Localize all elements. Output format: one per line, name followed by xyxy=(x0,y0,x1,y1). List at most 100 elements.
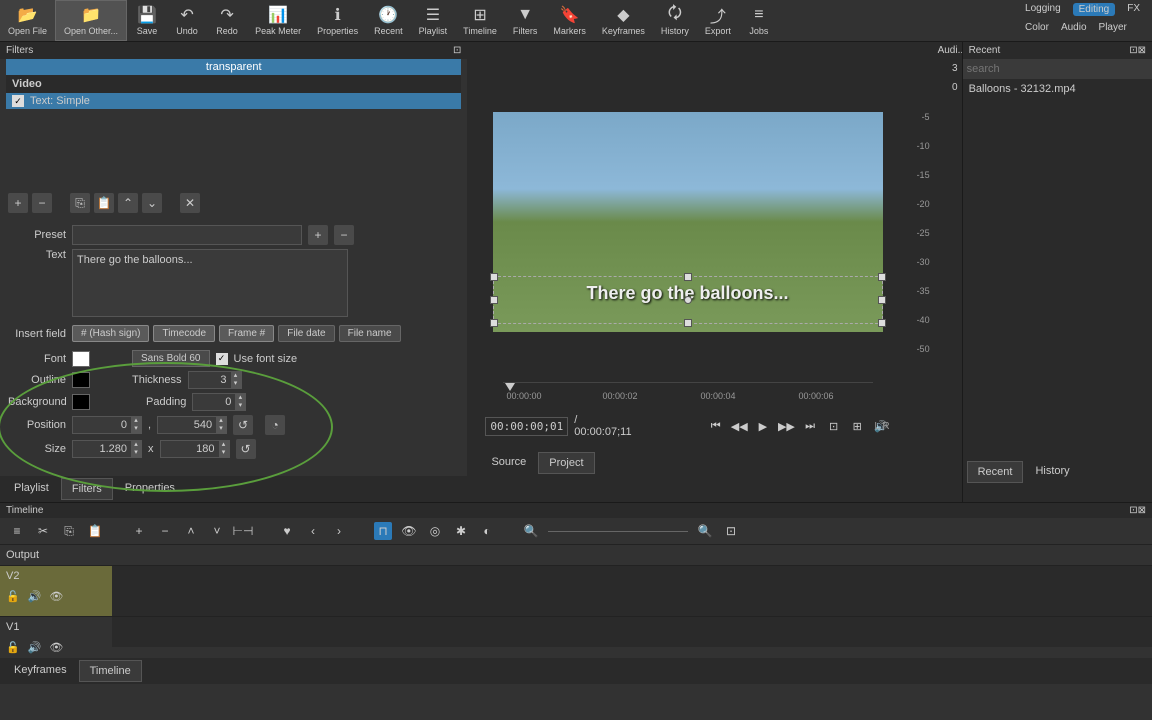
zoom-in-button[interactable]: 🔍 xyxy=(522,522,540,540)
lock-icon[interactable]: 🔓 xyxy=(6,590,20,603)
append-button[interactable]: + xyxy=(130,522,148,540)
next-marker-button[interactable]: › xyxy=(330,522,348,540)
player-tab[interactable]: Player xyxy=(1099,22,1127,33)
font-color-swatch[interactable] xyxy=(72,351,90,367)
rewind-button[interactable]: ◀◀ xyxy=(730,417,748,435)
editing-tab[interactable]: Editing xyxy=(1073,3,1116,16)
insert-field-timecode[interactable]: Timecode xyxy=(153,325,215,342)
close-icon[interactable]: ⊡ xyxy=(453,45,461,56)
preview-time-ruler[interactable]: 00:00:00 00:00:02 00:00:04 00:00:06 xyxy=(503,382,873,406)
preset-combo[interactable] xyxy=(72,225,302,245)
close-icon[interactable]: ⊡⊠ xyxy=(1129,45,1146,56)
marker-button[interactable]: ♥ xyxy=(278,522,296,540)
mute-icon[interactable]: 🔊 xyxy=(28,641,42,654)
preset-add-button[interactable]: + xyxy=(308,225,328,245)
save-button[interactable]: 💾Save xyxy=(127,0,167,41)
track-body-v2[interactable] xyxy=(112,566,1152,616)
scrub-button[interactable]: 👁 xyxy=(400,522,418,540)
open-other--button[interactable]: 📁Open Other... xyxy=(55,0,127,41)
filter-enabled-checkbox[interactable]: ✓ xyxy=(12,95,24,107)
logging-tab[interactable]: Logging xyxy=(1025,3,1061,16)
background-color-swatch[interactable] xyxy=(72,394,90,410)
playhead-icon[interactable] xyxy=(505,383,515,391)
tab-keyframes[interactable]: Keyframes xyxy=(4,660,77,682)
timeline-button[interactable]: ⊞Timeline xyxy=(455,0,505,41)
grid-button[interactable]: ⊞ xyxy=(848,417,866,435)
snap-button[interactable]: ⊓ xyxy=(374,522,392,540)
cut-button[interactable]: ✂ xyxy=(34,522,52,540)
text-input[interactable]: There go the balloons... xyxy=(72,249,348,317)
properties-button[interactable]: ℹProperties xyxy=(309,0,366,41)
insert-field-file-date[interactable]: File date xyxy=(278,325,334,342)
font-picker-button[interactable]: Sans Bold 60 xyxy=(132,350,210,367)
undo-button[interactable]: ↶Undo xyxy=(167,0,207,41)
insert-field-file-name[interactable]: File name xyxy=(339,325,401,342)
playlist-button[interactable]: ☰Playlist xyxy=(411,0,456,41)
tab-timeline[interactable]: Timeline xyxy=(79,660,142,682)
prev-marker-button[interactable]: ‹ xyxy=(304,522,322,540)
position-reset-button[interactable]: ↺ xyxy=(233,415,253,435)
insert-field-frame-[interactable]: Frame # xyxy=(219,325,274,342)
overwrite-button[interactable]: ˅ xyxy=(208,522,226,540)
export-button[interactable]: ⤴Export xyxy=(697,0,739,41)
keyframe-button[interactable]: ◔ xyxy=(265,415,285,435)
jobs-button[interactable]: ≡Jobs xyxy=(739,0,779,41)
text-bounding-box[interactable] xyxy=(493,276,883,324)
close-icon[interactable]: ⊡⊠ xyxy=(1129,505,1146,516)
fast-forward-button[interactable]: ▶▶ xyxy=(778,417,796,435)
move-down-button[interactable]: ⌄ xyxy=(142,193,162,213)
deselect-button[interactable]: ✕ xyxy=(180,193,200,213)
lock-icon[interactable]: 🔓 xyxy=(6,641,20,654)
size-reset-button[interactable]: ↺ xyxy=(236,439,256,459)
copy-button[interactable]: ⎘ xyxy=(70,193,90,213)
mute-icon[interactable]: 🔊 xyxy=(28,590,42,603)
split-button[interactable]: ⊢⊣ xyxy=(234,522,252,540)
paste-button[interactable]: 📋 xyxy=(86,522,104,540)
remove-button[interactable]: − xyxy=(156,522,174,540)
recent-search-input[interactable] xyxy=(963,59,1152,79)
redo-button[interactable]: ↷Redo xyxy=(207,0,247,41)
play-button[interactable]: ▶ xyxy=(754,417,772,435)
zoom-fit-button[interactable]: ⊡ xyxy=(825,417,843,435)
track-body-v1[interactable] xyxy=(112,617,1152,647)
paste-button[interactable]: 📋 xyxy=(94,193,114,213)
hide-icon[interactable]: 👁 xyxy=(49,641,63,654)
preset-remove-button[interactable]: − xyxy=(334,225,354,245)
color-tab[interactable]: Color xyxy=(1025,22,1049,33)
zoom-fit-button[interactable]: ⊡ xyxy=(722,522,740,540)
markers-button[interactable]: 🔖Markers xyxy=(545,0,594,41)
ripple-all-button[interactable]: ✱ xyxy=(452,522,470,540)
tab-project[interactable]: Project xyxy=(538,452,594,474)
filters-button[interactable]: ▼Filters xyxy=(505,0,546,41)
ripple-button[interactable]: ◎ xyxy=(426,522,444,540)
recent-file-item[interactable]: Balloons - 32132.mp4 xyxy=(963,79,1152,99)
timecode-current[interactable]: 00:00:00;01 xyxy=(485,417,568,436)
keyframes-button[interactable]: ◆Keyframes xyxy=(594,0,653,41)
skip-start-button[interactable]: ⏮ xyxy=(707,417,725,435)
tab-filters[interactable]: Filters xyxy=(61,478,113,500)
video-preview[interactable]: There go the balloons... xyxy=(493,112,883,332)
skip-end-button[interactable]: ⏭ xyxy=(801,417,819,435)
use-font-size-checkbox[interactable]: ✓ xyxy=(216,353,228,365)
tab-history[interactable]: History xyxy=(1025,461,1079,483)
add-filter-button[interactable]: + xyxy=(8,193,28,213)
recent-button[interactable]: 🕐Recent xyxy=(366,0,411,41)
zoom-slider[interactable] xyxy=(548,531,688,532)
zoom-out-button[interactable]: 🔍 xyxy=(696,522,714,540)
move-up-button[interactable]: ⌃ xyxy=(118,193,138,213)
copy-button[interactable]: ⎘ xyxy=(60,522,78,540)
audio-tab[interactable]: Audio xyxy=(1061,22,1087,33)
clip-name-bar[interactable]: transparent xyxy=(6,59,461,75)
peak-meter-button[interactable]: 📊Peak Meter xyxy=(247,0,309,41)
insert-field--hash-sign-[interactable]: # (Hash sign) xyxy=(72,325,149,342)
track-header-v1[interactable]: V1 🔓 🔊 👁 xyxy=(0,617,112,658)
hide-icon[interactable]: 👁 xyxy=(49,590,63,603)
output-track[interactable]: Output xyxy=(0,544,1152,565)
tab-recent[interactable]: Recent xyxy=(967,461,1024,483)
open-file-button[interactable]: 📂Open File xyxy=(0,0,55,41)
filter-item-text-simple[interactable]: ✓ Text: Simple xyxy=(6,93,461,109)
lift-button[interactable]: ˄ xyxy=(182,522,200,540)
history-button[interactable]: 🗘History xyxy=(653,0,697,41)
ripple-markers-button[interactable]: ◐ xyxy=(478,522,496,540)
tab-playlist[interactable]: Playlist xyxy=(4,478,59,500)
